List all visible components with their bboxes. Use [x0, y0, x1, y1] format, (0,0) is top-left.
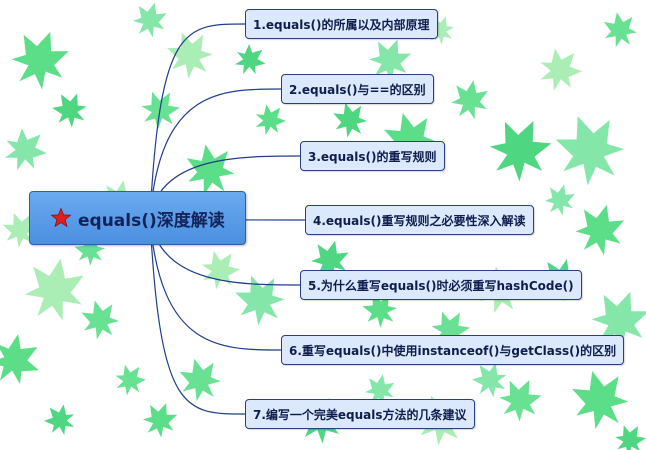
- subtopic-label: 6.重写equals()中使用instanceof()与getClass()的区…: [289, 343, 617, 358]
- subtopic-4[interactable]: 4.equals()重写规则之必要性深入解读: [305, 205, 534, 235]
- star-icon: [50, 207, 72, 228]
- maple-leaf-icon: [255, 104, 286, 136]
- maple-leaf-icon: [489, 120, 552, 182]
- maple-leaf-icon: [4, 128, 47, 171]
- maple-leaf-icon: [201, 250, 240, 290]
- maple-leaf-icon: [540, 48, 582, 91]
- subtopic-6[interactable]: 6.重写equals()中使用instanceof()与getClass()的区…: [281, 335, 625, 365]
- maple-leaf-icon: [0, 334, 39, 385]
- maple-leaf-icon: [615, 425, 646, 450]
- maple-leaf-icon: [167, 32, 213, 79]
- maple-leaf-icon: [235, 275, 285, 326]
- maple-leaf-icon: [52, 93, 87, 128]
- central-topic-label: equals()深度解读: [78, 210, 225, 231]
- maple-leaf-icon: [575, 204, 625, 256]
- subtopic-label: 4.equals()重写规则之必要性深入解读: [313, 213, 526, 228]
- maple-leaf-icon: [234, 44, 266, 75]
- maple-leaf-icon: [24, 258, 84, 321]
- central-topic[interactable]: equals()深度解读: [29, 191, 246, 245]
- subtopic-label: 3.equals()的重写规则: [308, 149, 437, 164]
- maple-leaf-icon: [141, 91, 180, 130]
- subtopic-label: 7.编写一个完美equals方法的几条建议: [253, 407, 467, 422]
- maple-leaf-icon: [11, 31, 69, 90]
- subtopic-5[interactable]: 5.为什么重写equals()时必须重写hashCode(): [300, 270, 582, 300]
- subtopic-1[interactable]: 1.equals()的所属以及内部原理: [245, 9, 438, 39]
- maple-leaf-icon: [544, 184, 575, 216]
- subtopic-3[interactable]: 3.equals()的重写规则: [300, 141, 445, 171]
- maple-leaf-icon: [572, 371, 629, 430]
- subtopic-label: 2.equals()与==的区别: [289, 82, 426, 97]
- maple-leaf-icon: [179, 358, 221, 402]
- maple-leaf-icon: [115, 364, 146, 396]
- maple-leaf-icon: [186, 144, 235, 195]
- maple-leaf-icon: [555, 116, 625, 186]
- maple-leaf-icon: [451, 80, 488, 120]
- subtopic-7[interactable]: 7.编写一个完美equals方法的几条建议: [245, 399, 475, 429]
- maple-leaf-icon: [499, 380, 542, 422]
- subtopic-2[interactable]: 2.equals()与==的区别: [281, 74, 434, 104]
- maple-leaf-icon: [603, 12, 637, 48]
- maple-leaf-icon: [81, 300, 119, 340]
- maple-leaf-icon: [132, 2, 167, 38]
- maple-leaf-icon: [44, 404, 75, 436]
- subtopic-label: 1.equals()的所属以及内部原理: [253, 17, 430, 32]
- maple-leaf-icon: [142, 403, 178, 438]
- subtopic-label: 5.为什么重写equals()时必须重写hashCode(): [308, 278, 574, 293]
- maple-leaf-icon: [333, 102, 368, 138]
